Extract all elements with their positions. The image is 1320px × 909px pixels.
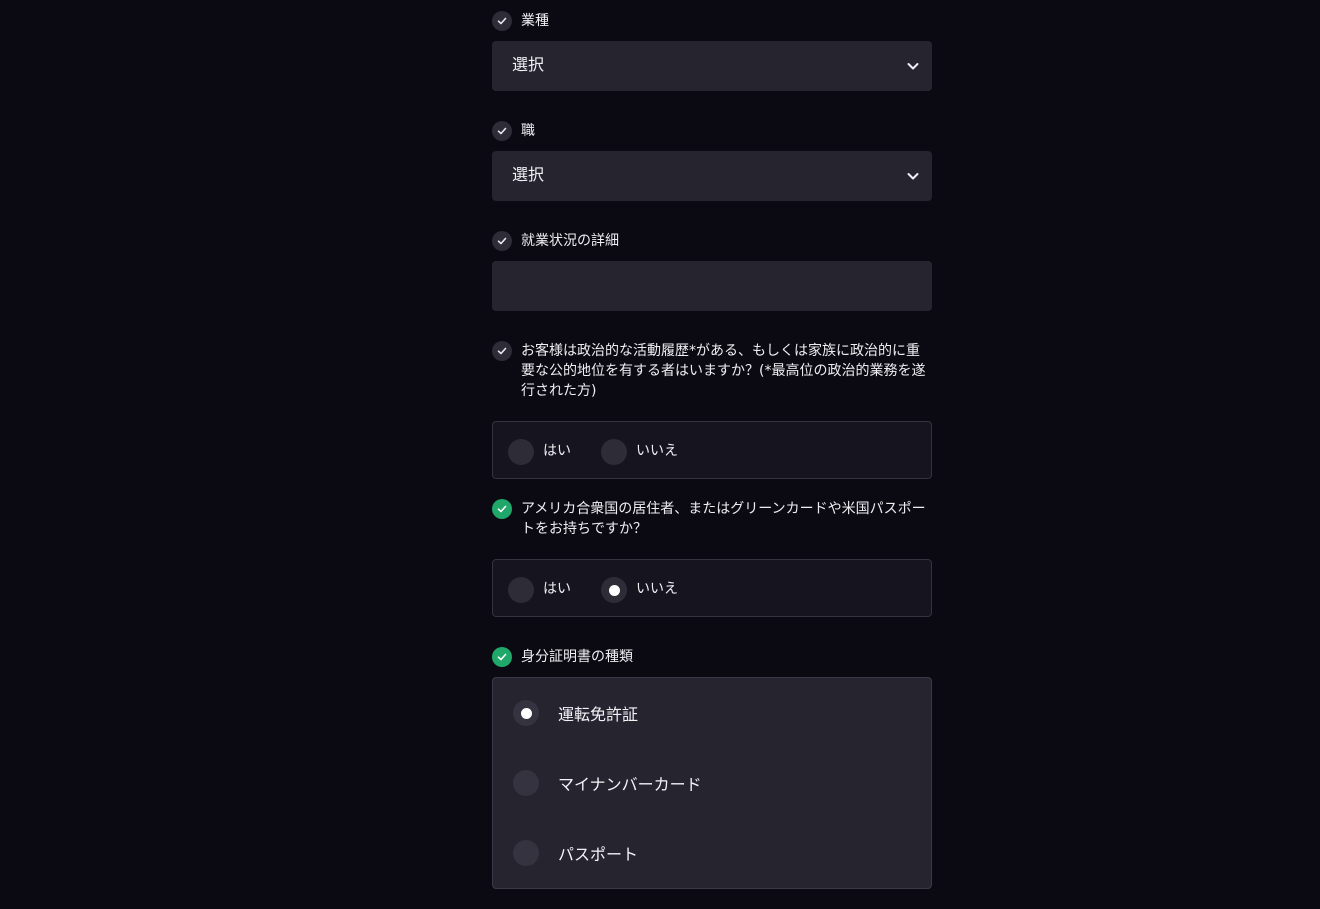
- check-icon: [492, 231, 512, 251]
- id-option-drivers-license[interactable]: 運転免許証: [513, 700, 638, 726]
- check-icon: [492, 121, 512, 141]
- occupation-label: 職: [521, 123, 535, 139]
- radio-button[interactable]: [508, 577, 534, 603]
- occupation-select[interactable]: 選択: [492, 151, 932, 201]
- industry-select-value: 選択: [512, 55, 545, 74]
- industry-label-row: 業種: [492, 11, 932, 31]
- employment-details-label: 就業状況の詳細: [521, 233, 619, 249]
- pep-question-label: お客様は政治的な活動履歴*がある、もしくは家族に政治的に重要な公的地位を有する者…: [521, 343, 926, 399]
- check-icon: [492, 647, 512, 667]
- radio-button[interactable]: [513, 770, 539, 796]
- us-option-yes[interactable]: はい: [508, 577, 571, 603]
- check-icon: [492, 341, 512, 361]
- id-option-drivers-license-label: 運転免許証: [558, 705, 639, 724]
- id-option-mynumber-card-label: マイナンバーカード: [558, 775, 702, 794]
- occupation-select-value: 選択: [512, 165, 545, 184]
- radio-button-selected[interactable]: [601, 577, 627, 603]
- id-type-radio-group: 運転免許証 マイナンバーカード パスポート: [492, 677, 932, 889]
- employment-details-input[interactable]: [492, 261, 932, 311]
- pep-question-radio-group: はい いいえ: [492, 421, 932, 479]
- us-question-radio-group: はい いいえ: [492, 559, 932, 617]
- pep-option-no[interactable]: いいえ: [601, 439, 678, 465]
- id-type-label: 身分証明書の種類: [521, 649, 633, 665]
- us-question-label-row: アメリカ合衆国の居住者、またはグリーンカードや米国パスポートをお持ちですか？: [492, 499, 932, 539]
- us-option-no[interactable]: いいえ: [601, 577, 678, 603]
- radio-button[interactable]: [513, 840, 539, 866]
- id-option-passport-label: パスポート: [558, 845, 639, 864]
- radio-button-selected[interactable]: [513, 700, 539, 726]
- check-icon: [492, 11, 512, 31]
- us-question-label: アメリカ合衆国の居住者、またはグリーンカードや米国パスポートをお持ちですか？: [521, 501, 926, 537]
- pep-question-label-row: お客様は政治的な活動履歴*がある、もしくは家族に政治的に重要な公的地位を有する者…: [492, 341, 932, 401]
- us-option-no-label: いいえ: [636, 581, 678, 597]
- check-icon: [492, 499, 512, 519]
- chevron-down-icon: [907, 173, 919, 180]
- us-option-yes-label: はい: [543, 581, 571, 597]
- pep-option-yes-label: はい: [543, 443, 571, 459]
- pep-option-no-label: いいえ: [636, 443, 678, 459]
- radio-button[interactable]: [601, 439, 627, 465]
- industry-select[interactable]: 選択: [492, 41, 932, 91]
- occupation-label-row: 職: [492, 121, 932, 141]
- pep-option-yes[interactable]: はい: [508, 439, 571, 465]
- chevron-down-icon: [907, 63, 919, 70]
- radio-button[interactable]: [508, 439, 534, 465]
- id-type-label-row: 身分証明書の種類: [492, 647, 932, 667]
- id-option-passport[interactable]: パスポート: [513, 840, 638, 866]
- employment-details-label-row: 就業状況の詳細: [492, 231, 932, 251]
- industry-label: 業種: [521, 13, 549, 29]
- id-option-mynumber-card[interactable]: マイナンバーカード: [513, 770, 702, 796]
